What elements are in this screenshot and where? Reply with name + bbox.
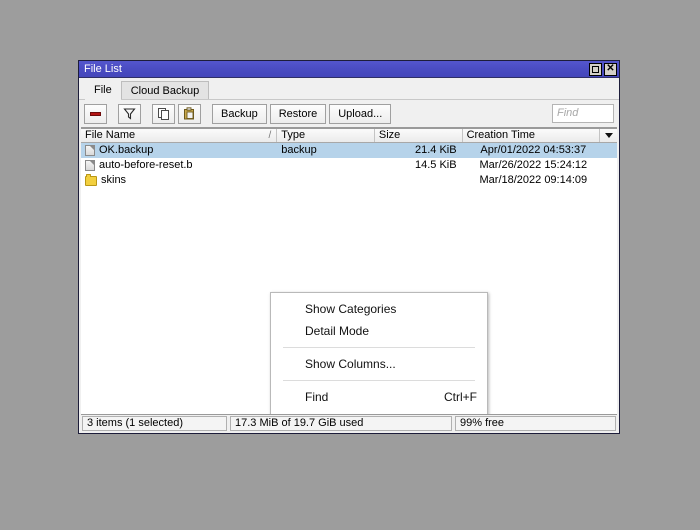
column-header-creation-time[interactable]: Creation Time xyxy=(463,129,600,142)
cell-size: 14.5 KiB xyxy=(375,158,463,173)
remove-button[interactable] xyxy=(84,104,107,124)
context-menu: Show Categories Detail Mode Show Columns… xyxy=(270,292,488,415)
status-free-space: 99% free xyxy=(455,416,616,431)
tab-strip: File Cloud Backup xyxy=(79,78,619,100)
table-row[interactable]: skins Mar/18/2022 09:14:09 xyxy=(81,173,617,188)
column-header-size[interactable]: Size xyxy=(375,129,463,142)
folder-icon xyxy=(85,176,97,186)
menu-item-label: Show Categories xyxy=(305,302,477,316)
paste-button[interactable] xyxy=(178,104,201,124)
restore-button[interactable]: Restore xyxy=(270,104,327,124)
menu-divider xyxy=(283,347,475,348)
close-button[interactable]: ✕ xyxy=(604,63,617,76)
file-name-text: OK.backup xyxy=(99,143,153,158)
maximize-button[interactable] xyxy=(589,63,602,76)
menu-item-label: Find xyxy=(305,390,444,404)
toolbar: Backup Restore Upload... Find xyxy=(79,100,619,127)
menu-item-find-next[interactable]: Find Next Ctrl+G xyxy=(271,408,487,415)
menu-item-label: Detail Mode xyxy=(305,324,477,338)
file-list-window: File List ✕ File Cloud Backup xyxy=(78,60,620,434)
cell-spacer xyxy=(600,158,617,173)
cell-size xyxy=(375,173,463,188)
column-chooser-button[interactable] xyxy=(600,129,617,142)
window-title: File List xyxy=(84,64,587,75)
filter-button[interactable] xyxy=(118,104,141,124)
column-header-file-name[interactable]: File Name / xyxy=(81,129,277,142)
find-wrapper: Find xyxy=(552,104,614,123)
minus-icon xyxy=(90,112,101,116)
table-row[interactable]: OK.backup backup 21.4 KiB Apr/01/2022 04… xyxy=(81,143,617,158)
column-header-row: File Name / Type Size Creation Time xyxy=(81,128,617,143)
menu-item-accel: Ctrl+G xyxy=(442,412,477,415)
menu-item-label: Show Columns... xyxy=(305,357,477,371)
menu-item-detail-mode[interactable]: Detail Mode xyxy=(271,320,487,342)
cell-file-name: skins xyxy=(81,173,277,188)
cell-creation-time: Mar/18/2022 09:14:09 xyxy=(463,173,600,188)
file-rows: OK.backup backup 21.4 KiB Apr/01/2022 04… xyxy=(81,143,617,188)
backup-button[interactable]: Backup xyxy=(212,104,267,124)
menu-item-show-categories[interactable]: Show Categories xyxy=(271,298,487,320)
menu-item-show-columns[interactable]: Show Columns... xyxy=(271,353,487,375)
file-list-area: File Name / Type Size Creation Time OK.b… xyxy=(81,127,617,415)
tab-cloud-backup[interactable]: Cloud Backup xyxy=(121,81,210,100)
filter-icon xyxy=(123,107,136,120)
cell-type: backup xyxy=(277,143,375,158)
paste-icon xyxy=(183,107,196,120)
cell-file-name: auto-before-reset.b xyxy=(81,158,277,173)
menu-item-find[interactable]: Find Ctrl+F xyxy=(271,386,487,408)
menu-divider xyxy=(283,380,475,381)
upload-button[interactable]: Upload... xyxy=(329,104,391,124)
file-name-text: auto-before-reset.b xyxy=(99,158,193,173)
column-header-type[interactable]: Type xyxy=(277,129,375,142)
copy-button[interactable] xyxy=(152,104,175,124)
file-icon xyxy=(85,145,95,156)
tab-file[interactable]: File xyxy=(85,80,121,100)
menu-item-accel: Ctrl+F xyxy=(444,390,477,404)
close-icon: ✕ xyxy=(606,64,614,74)
sort-indicator: / xyxy=(268,129,271,142)
cell-spacer xyxy=(600,143,617,158)
window-titlebar[interactable]: File List ✕ xyxy=(79,61,619,78)
chevron-down-icon xyxy=(605,133,613,138)
status-items-count: 3 items (1 selected) xyxy=(82,416,227,431)
status-disk-usage: 17.3 MiB of 19.7 GiB used xyxy=(230,416,452,431)
status-bar: 3 items (1 selected) 17.3 MiB of 19.7 Gi… xyxy=(79,415,619,433)
cell-spacer xyxy=(600,173,617,188)
menu-item-label: Find Next xyxy=(305,412,442,415)
find-input[interactable]: Find xyxy=(552,104,614,123)
maximize-icon xyxy=(592,66,599,73)
cell-type xyxy=(277,158,375,173)
cell-creation-time: Mar/26/2022 15:24:12 xyxy=(463,158,600,173)
cell-file-name: OK.backup xyxy=(81,143,277,158)
column-header-file-name-label: File Name xyxy=(85,129,135,141)
file-name-text: skins xyxy=(101,173,126,188)
cell-creation-time: Apr/01/2022 04:53:37 xyxy=(463,143,600,158)
table-row[interactable]: auto-before-reset.b 14.5 KiB Mar/26/2022… xyxy=(81,158,617,173)
copy-icon xyxy=(157,107,170,120)
file-icon xyxy=(85,160,95,171)
cell-size: 21.4 KiB xyxy=(375,143,463,158)
cell-type xyxy=(277,173,375,188)
